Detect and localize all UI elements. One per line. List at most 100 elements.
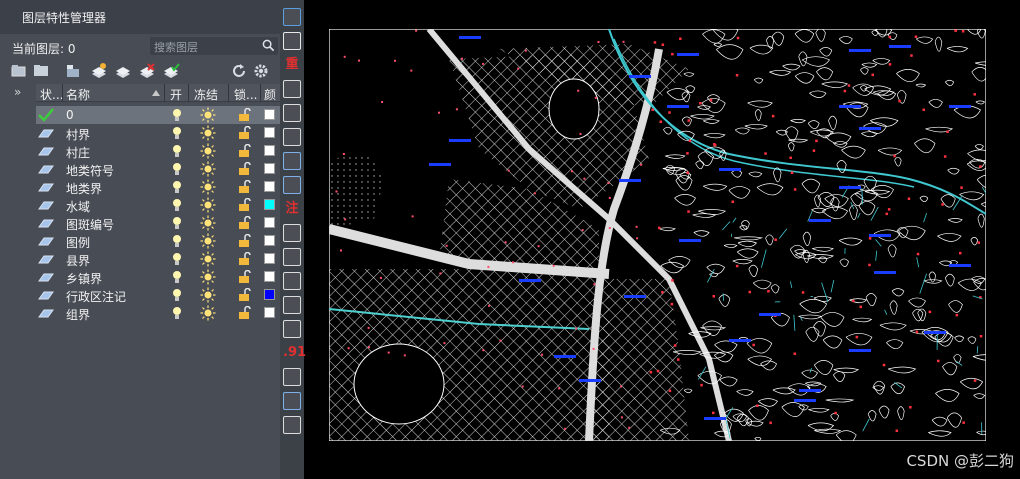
layer-row[interactable]: 行政区注记	[36, 286, 280, 304]
current-check-icon[interactable]	[38, 108, 54, 122]
layer-status-icon[interactable]	[38, 180, 54, 194]
sun-thaw-icon[interactable]	[200, 233, 216, 249]
layer-color-swatch[interactable]	[264, 109, 275, 120]
circle-icon[interactable]	[283, 368, 301, 386]
lightbulb-on-icon[interactable]	[170, 234, 184, 248]
col-header-freeze[interactable]: 冻结	[194, 86, 218, 103]
drawing-canvas[interactable]: CSDN @彭二狗	[310, 6, 1020, 479]
col-header-on[interactable]: 开	[170, 86, 182, 103]
search-icon[interactable]	[262, 39, 275, 52]
layer-color-swatch[interactable]	[264, 199, 275, 210]
layer-row[interactable]: 0	[36, 106, 280, 124]
rect-icon[interactable]	[283, 248, 301, 266]
scatter-icon[interactable]	[283, 80, 301, 98]
layer-status-icon[interactable]	[38, 270, 54, 284]
sun-thaw-icon[interactable]	[200, 125, 216, 141]
ruler-icon[interactable]	[283, 128, 301, 146]
layer-name[interactable]: 图例	[66, 234, 90, 251]
col-header-color[interactable]: 颜	[264, 86, 276, 103]
layer-row[interactable]: 图斑编号	[36, 214, 280, 232]
unlock-icon[interactable]	[237, 126, 251, 140]
layer-name[interactable]: 行政区注记	[66, 288, 126, 305]
layer-color-swatch[interactable]	[264, 271, 275, 282]
map-drawing[interactable]	[329, 29, 986, 441]
layer-status-icon[interactable]	[38, 306, 54, 320]
layer-name[interactable]: 村庄	[66, 144, 90, 161]
strip-text-button[interactable]: .91	[283, 344, 306, 362]
layer-name[interactable]: 县界	[66, 252, 90, 269]
panel-title-bar[interactable]: 图层特性管理器	[0, 0, 280, 34]
frame-icon[interactable]	[283, 224, 301, 242]
layer-status-icon[interactable]	[38, 162, 54, 176]
layer-row[interactable]: 地类界	[36, 178, 280, 196]
table-icon[interactable]	[283, 272, 301, 290]
col-header-name[interactable]: 名称	[66, 86, 90, 103]
layer-color-swatch[interactable]	[264, 217, 275, 228]
layer-row[interactable]: 水域	[36, 196, 280, 214]
search-layer-input[interactable]: 搜索图层	[150, 37, 278, 55]
layer-color-swatch[interactable]	[264, 307, 275, 318]
layer-name[interactable]: 地类界	[66, 180, 102, 197]
lightbulb-on-icon[interactable]	[170, 216, 184, 230]
col-separator[interactable]	[62, 84, 63, 102]
layer-row[interactable]: 地类符号	[36, 160, 280, 178]
layer-color-swatch[interactable]	[264, 235, 275, 246]
sun-thaw-icon[interactable]	[200, 305, 216, 321]
lightbulb-on-icon[interactable]	[170, 306, 184, 320]
lightbulb-on-icon[interactable]	[170, 144, 184, 158]
col-header-lock[interactable]: 锁...	[234, 86, 257, 103]
lightbulb-on-icon[interactable]	[170, 126, 184, 140]
lightbulb-on-icon[interactable]	[170, 252, 184, 266]
sun-thaw-icon[interactable]	[200, 287, 216, 303]
unlock-icon[interactable]	[237, 180, 251, 194]
layer-name[interactable]: 水域	[66, 198, 90, 215]
camera-icon[interactable]	[283, 104, 301, 122]
layer-name[interactable]: 乡镇界	[66, 270, 102, 287]
sun-thaw-icon[interactable]	[200, 215, 216, 231]
lightbulb-on-icon[interactable]	[170, 288, 184, 302]
layer-row[interactable]: 县界	[36, 250, 280, 268]
lightbulb-on-icon[interactable]	[170, 270, 184, 284]
image-swap-icon[interactable]	[283, 176, 301, 194]
layer-color-swatch[interactable]	[264, 253, 275, 264]
unlock-icon[interactable]	[237, 198, 251, 212]
group-filter-icon[interactable]	[32, 62, 50, 80]
layer-row[interactable]: 乡镇界	[36, 268, 280, 286]
layer-row[interactable]: 村界	[36, 124, 280, 142]
lightbulb-on-icon[interactable]	[170, 108, 184, 122]
new-filter-icon[interactable]	[10, 62, 28, 80]
layer-color-swatch[interactable]	[264, 163, 275, 174]
layer-row[interactable]: 图例	[36, 232, 280, 250]
layer-states-icon[interactable]	[64, 62, 82, 80]
check-list-icon[interactable]	[283, 32, 301, 50]
sun-thaw-icon[interactable]	[200, 197, 216, 213]
delete-layer-icon[interactable]	[138, 62, 156, 80]
col-separator[interactable]	[164, 84, 165, 102]
layer-status-icon[interactable]	[38, 288, 54, 302]
layer-name[interactable]: 图斑编号	[66, 216, 114, 233]
layer-status-icon[interactable]	[38, 126, 54, 140]
table2-icon[interactable]	[283, 296, 301, 314]
hatch-icon[interactable]	[283, 320, 301, 338]
col-separator[interactable]	[188, 84, 189, 102]
layer-color-swatch[interactable]	[264, 289, 275, 300]
unlock-icon[interactable]	[237, 234, 251, 248]
layer-status-icon[interactable]	[38, 216, 54, 230]
layer-color-swatch[interactable]	[264, 145, 275, 156]
refresh-icon[interactable]	[230, 62, 248, 80]
unlock-icon[interactable]	[237, 306, 251, 320]
layer-status-icon[interactable]	[38, 234, 54, 248]
layer-row[interactable]: 村庄	[36, 142, 280, 160]
unlock-icon[interactable]	[237, 144, 251, 158]
unlock-icon[interactable]	[237, 288, 251, 302]
set-current-icon[interactable]	[162, 62, 180, 80]
layer-color-swatch[interactable]	[264, 181, 275, 192]
layer-name[interactable]: 地类符号	[66, 162, 114, 179]
sun-thaw-icon[interactable]	[200, 269, 216, 285]
pencil-icon[interactable]	[283, 392, 301, 410]
strip-text-button[interactable]: 重	[283, 56, 301, 74]
lightbulb-on-icon[interactable]	[170, 162, 184, 176]
code-icon[interactable]	[283, 8, 301, 26]
image-icon[interactable]	[283, 152, 301, 170]
settings-gear-icon[interactable]	[252, 62, 270, 80]
